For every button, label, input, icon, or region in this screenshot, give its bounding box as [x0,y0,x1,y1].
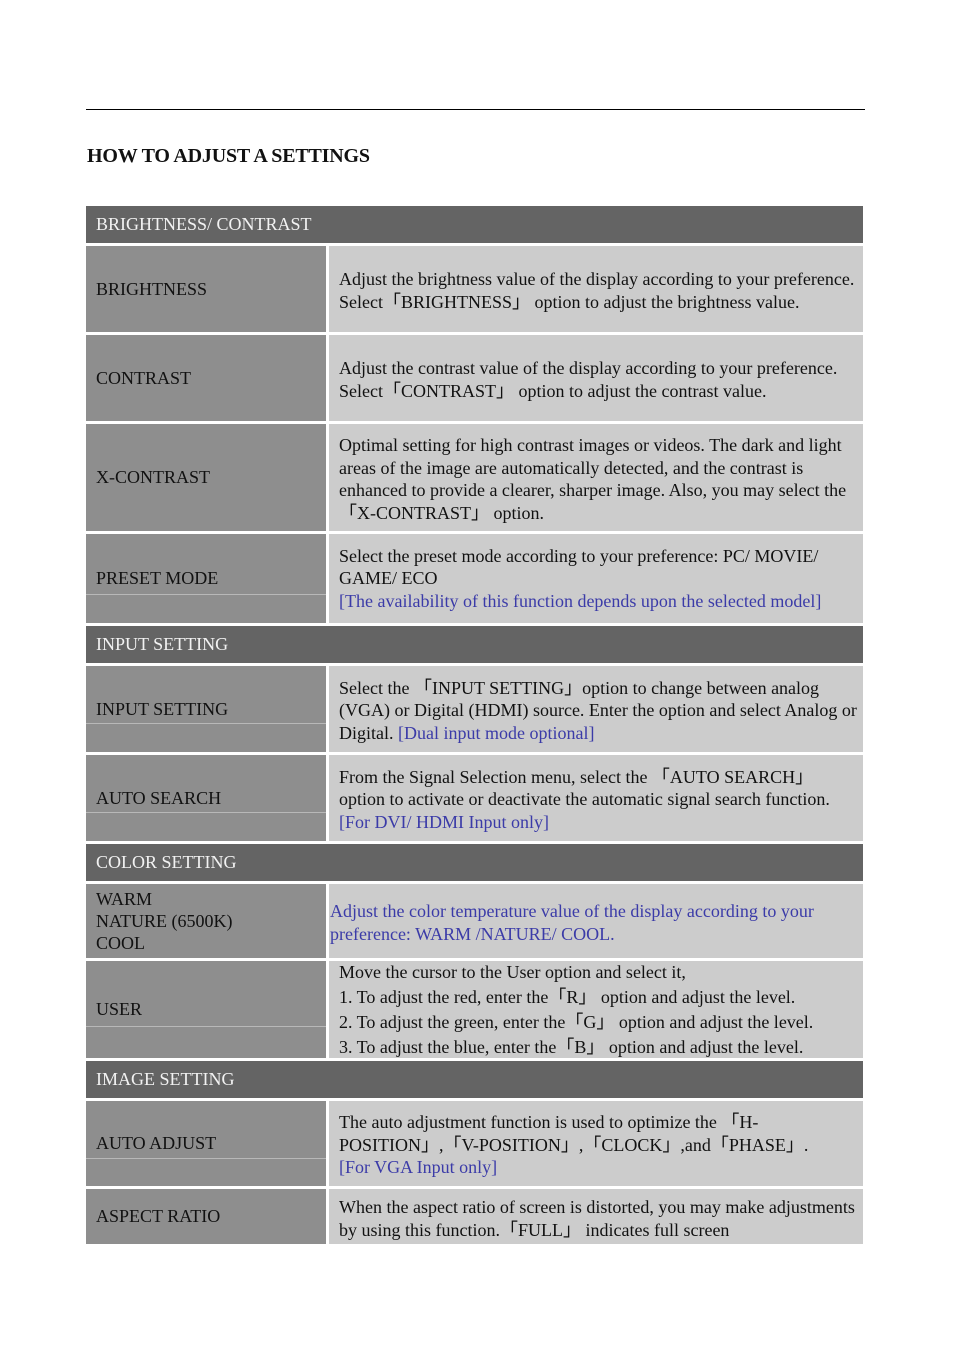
section-header-input-setting: INPUT SETTING [86,626,863,663]
description-text: The auto adjustment function is used to … [339,1112,809,1155]
table-row-user: USER Move the cursor to the User option … [86,961,863,1058]
row-description: From the Signal Selection menu, select t… [329,755,863,841]
description-note: [For VGA Input only] [339,1157,498,1178]
row-label: USER [86,961,326,1058]
table-row-color-temperature: WARM NATURE (6500K) COOL Adjust the colo… [86,884,863,958]
description-text: Adjust the contrast value of the display… [339,358,838,401]
description-text: From the Signal Selection menu, select t… [339,766,857,834]
description-main: From the Signal Selection menu, select t… [339,766,830,810]
row-description: Select the 「INPUT SETTING」option to chan… [329,666,863,752]
row-label: WARM NATURE (6500K) COOL [86,884,326,958]
description-text: Select the preset mode according to your… [339,545,819,589]
label-line: WARM [96,889,153,909]
label-line: COOL [96,933,145,953]
description-line: 3. To adjust the blue, enter the「B」 opti… [339,1036,804,1057]
row-description: Select the preset mode according to your… [329,534,863,623]
row-description: Move the cursor to the User option and s… [329,961,863,1058]
row-label: INPUT SETTING [86,666,326,752]
row-description: Adjust the brightness value of the displ… [329,246,863,332]
description-note: [Dual input mode optional] [398,722,595,743]
section-header-brightness-contrast: BRIGHTNESS/ CONTRAST [86,206,863,243]
row-description: Adjust the color temperature value of th… [329,884,863,958]
description-text: Optimal setting for high contrast images… [339,435,847,523]
table-row-brightness: BRIGHTNESS Adjust the brightness value o… [86,246,863,332]
description-note: [The availability of this function depen… [339,590,822,611]
row-description: The auto adjustment function is used to … [329,1101,863,1186]
label-line: NATURE (6500K) [96,911,233,931]
description-text: Select the 「INPUT SETTING」option to chan… [339,677,857,745]
row-description: Optimal setting for high contrast images… [329,424,863,531]
description-note: Adjust the color temperature value of th… [330,901,814,944]
section-header-color-setting: COLOR SETTING [86,844,863,881]
row-label: BRIGHTNESS [86,246,326,332]
description-text: Adjust the brightness value of the displ… [339,269,855,312]
table-row-auto-search: AUTO SEARCH From the Signal Selection me… [86,755,863,841]
top-rule [86,109,865,110]
page-title: HOW TO ADJUST A SETTINGS [87,145,370,167]
description-line: 1. To adjust the red, enter the「R」 optio… [339,986,796,1007]
table-row-preset-mode: PRESET MODE Select the preset mode accor… [86,534,863,623]
row-description: When the aspect ratio of screen is disto… [329,1189,863,1244]
row-description: Adjust the contrast value of the display… [329,335,863,421]
table-row-auto-adjust: AUTO ADJUST The auto adjustment function… [86,1101,863,1186]
description-text: When the aspect ratio of screen is disto… [339,1197,855,1240]
table-row-aspect-ratio: ASPECT RATIO When the aspect ratio of sc… [86,1189,863,1244]
row-label: AUTO SEARCH [86,755,326,841]
table-row-contrast: CONTRAST Adjust the contrast value of th… [86,335,863,421]
row-label: CONTRAST [86,335,326,421]
table-row-input-setting: INPUT SETTING Select the 「INPUT SETTING」… [86,666,863,752]
description-line: Move the cursor to the User option and s… [339,961,686,982]
row-label: AUTO ADJUST [86,1101,326,1186]
row-label: PRESET MODE [86,534,326,623]
description-note: [For DVI/ HDMI Input only] [339,811,549,832]
settings-table: BRIGHTNESS/ CONTRAST BRIGHTNESS Adjust t… [86,206,863,1247]
table-row-x-contrast: X-CONTRAST Optimal setting for high cont… [86,424,863,531]
description-line: 2. To adjust the green, enter the「G」 opt… [339,1011,814,1032]
row-label: ASPECT RATIO [86,1189,326,1244]
section-header-image-setting: IMAGE SETTING [86,1061,863,1098]
row-label: X-CONTRAST [86,424,326,531]
